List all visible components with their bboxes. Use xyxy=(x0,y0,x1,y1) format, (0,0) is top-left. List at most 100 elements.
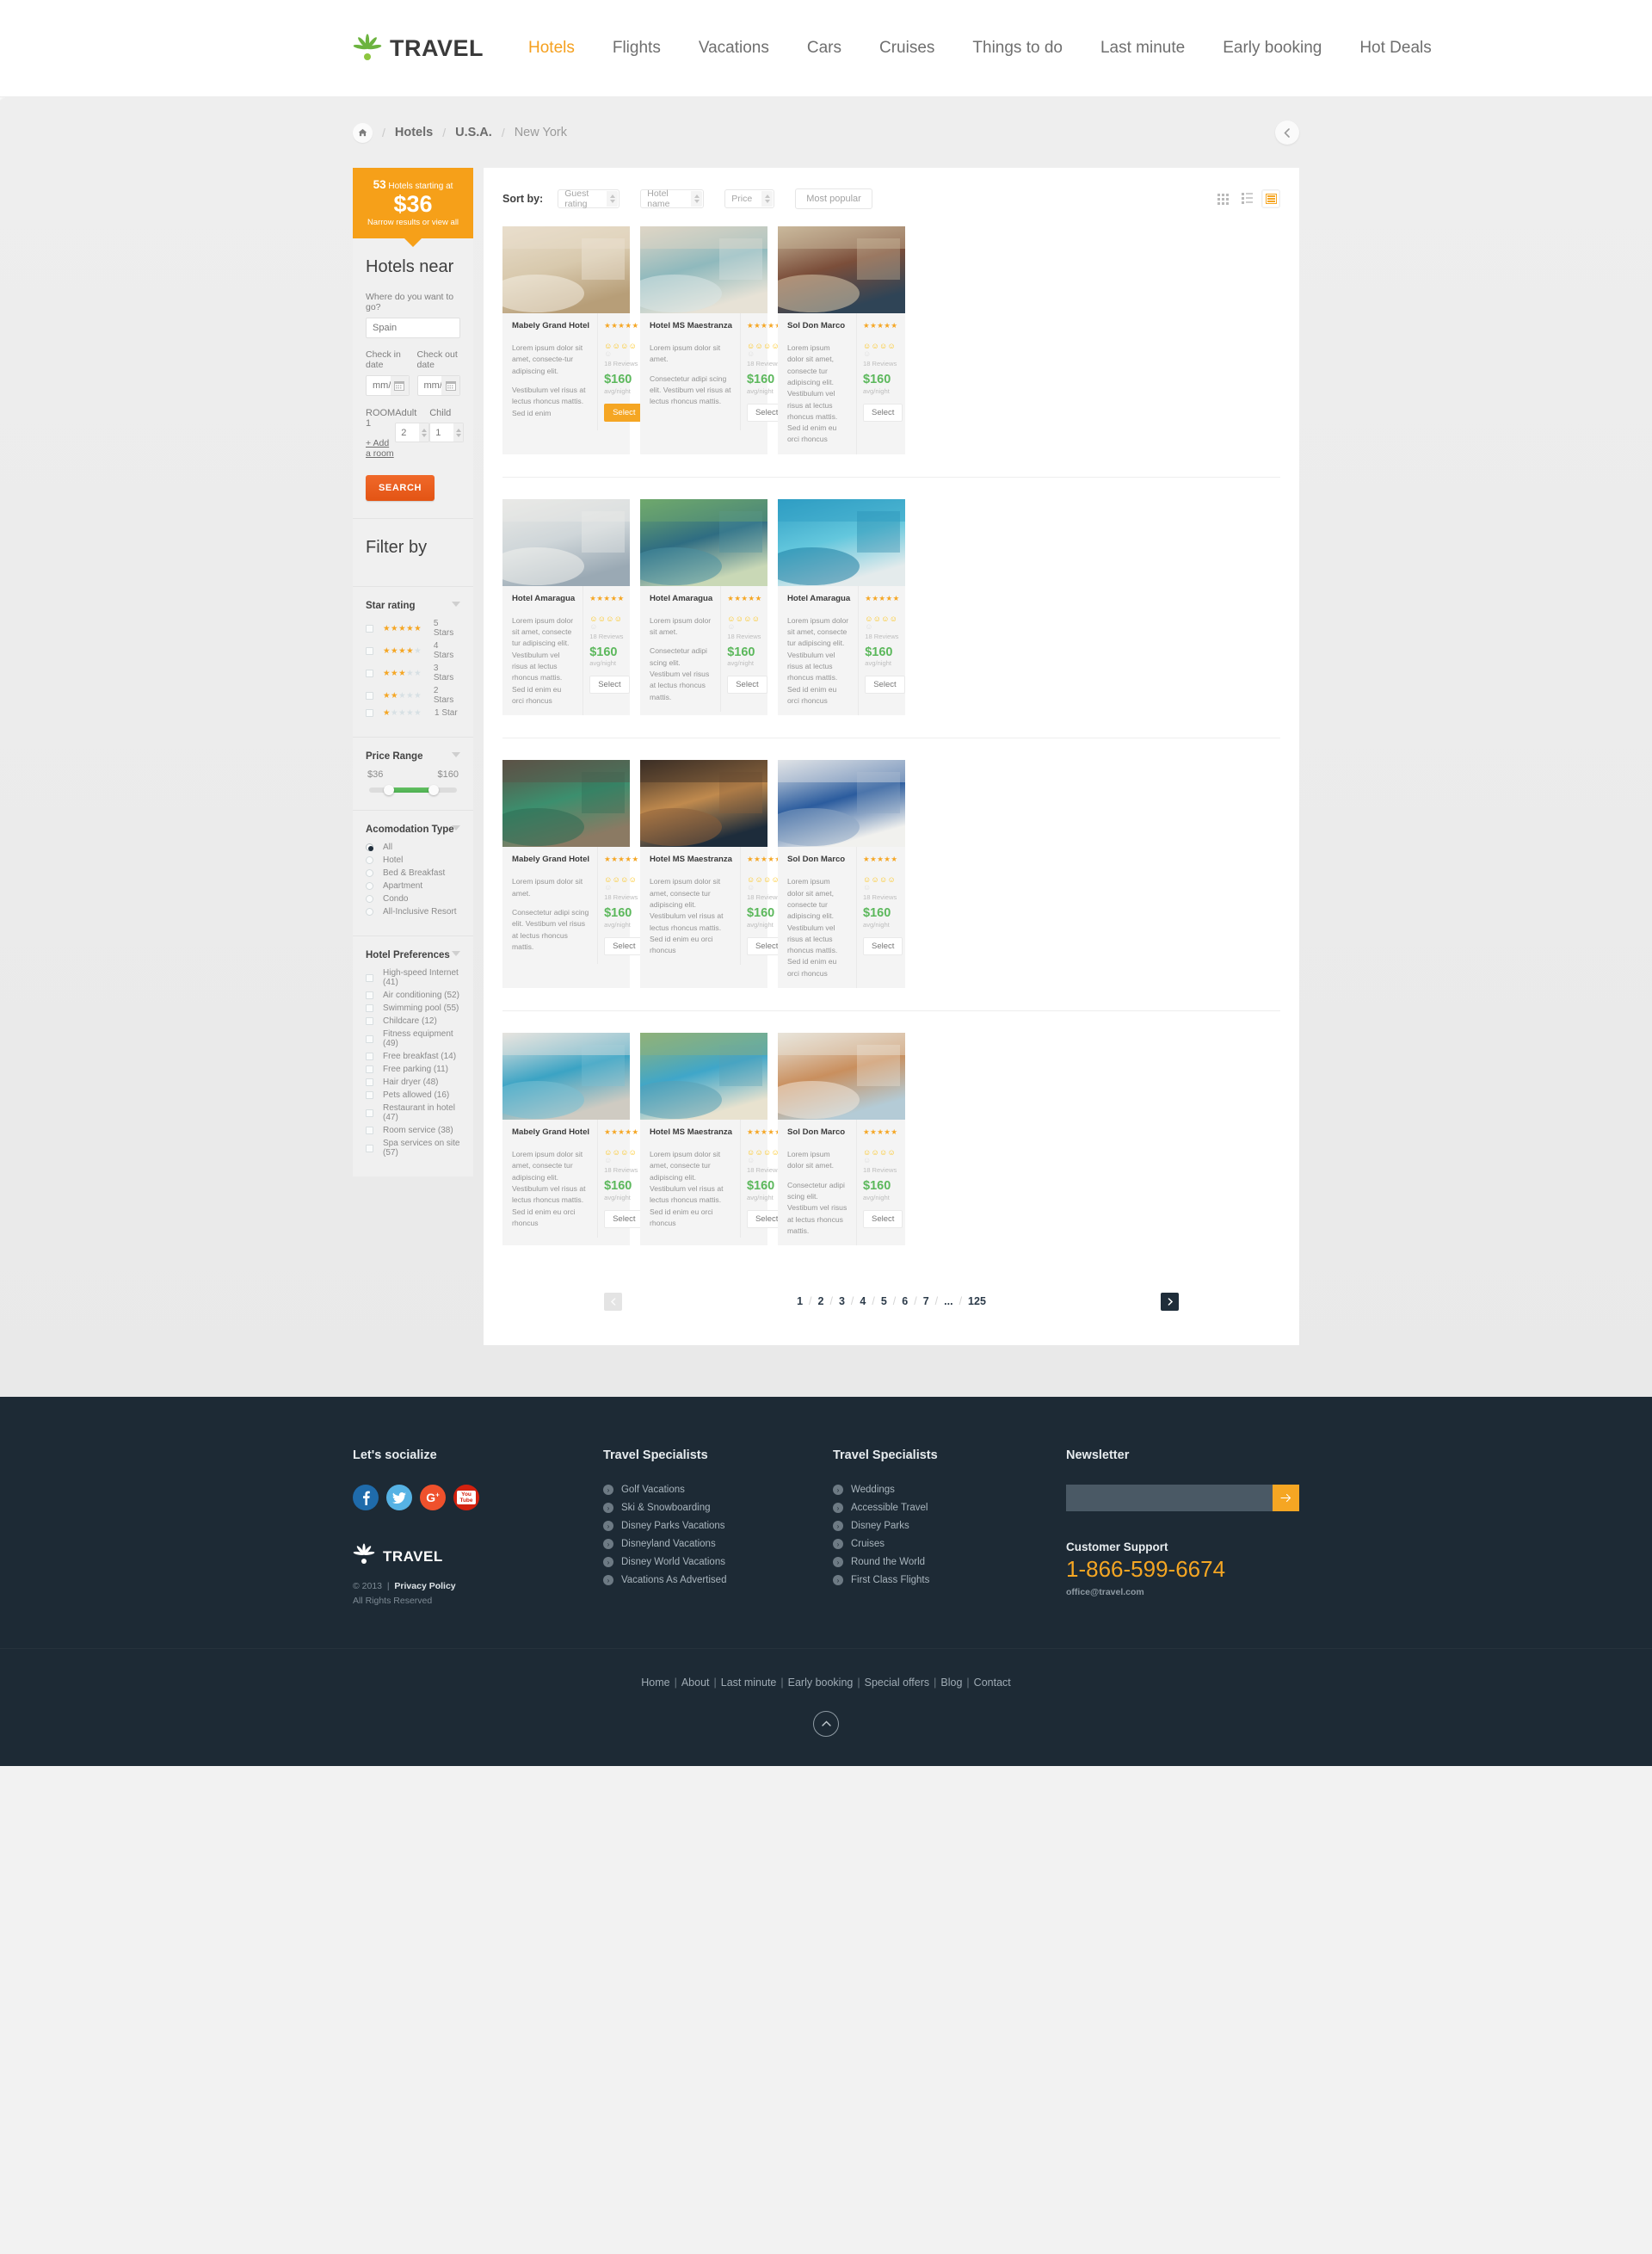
preference-option[interactable]: Room service (38) xyxy=(366,1126,460,1135)
radio-icon[interactable] xyxy=(366,856,373,865)
radio-icon[interactable] xyxy=(366,843,373,852)
radio-icon[interactable] xyxy=(366,895,373,904)
hotel-card[interactable]: Hotel MS Maestranza Lorem ipsum dolor sit… xyxy=(640,1033,787,1246)
checkbox-icon[interactable] xyxy=(366,691,373,700)
checkbox-icon[interactable] xyxy=(366,1034,373,1043)
preference-option[interactable]: Restaurant in hotel (47) xyxy=(366,1103,460,1122)
youtube-icon[interactable]: You Tube xyxy=(453,1485,479,1511)
specialist-item[interactable]: › Vacations As Advertised xyxy=(602,1575,833,1586)
checkbox-icon[interactable] xyxy=(366,991,373,1000)
checkbox-icon[interactable] xyxy=(366,646,373,655)
hotel-thumbnail[interactable] xyxy=(640,760,767,848)
checkbox-icon[interactable] xyxy=(366,973,373,982)
accommodation-option[interactable]: Hotel xyxy=(366,855,460,865)
specialist-item[interactable]: › Golf Vacations xyxy=(602,1485,833,1496)
nav-item-vacations[interactable]: Vacations xyxy=(699,39,769,58)
star-filter-row[interactable]: ★★★★★ 2 Stars xyxy=(366,686,460,705)
select-button[interactable]: Select xyxy=(863,403,903,422)
select-button[interactable]: Select xyxy=(863,936,903,955)
hotel-card[interactable]: Sol Don Marco Lorem ipsum dolor sit amet,… xyxy=(778,226,905,454)
select-button[interactable]: Select xyxy=(863,1209,903,1228)
chevron-down-icon[interactable] xyxy=(452,602,460,608)
footer-link-contact[interactable]: Contact xyxy=(974,1677,1011,1689)
specialist-item[interactable]: › Disney Parks Vacations xyxy=(602,1521,833,1532)
adult-spinner-icon[interactable] xyxy=(419,423,429,442)
star-filter-row[interactable]: ★★★★★ 1 Star xyxy=(366,708,460,718)
checkbox-icon[interactable] xyxy=(366,709,373,718)
specialist-link[interactable]: Disney Parks xyxy=(851,1521,909,1531)
pagination-page-4[interactable]: 4 xyxy=(854,1295,872,1307)
accommodation-option[interactable]: All xyxy=(366,843,460,852)
select-button[interactable]: Select xyxy=(604,936,644,955)
nav-item-cars[interactable]: Cars xyxy=(807,39,841,58)
pagination-page-7[interactable]: 7 xyxy=(917,1295,935,1307)
select-button[interactable]: Select xyxy=(865,676,905,695)
grid-view-icon[interactable] xyxy=(1213,189,1232,208)
chevron-down-icon-4[interactable] xyxy=(452,951,460,957)
hotel-card[interactable]: Hotel MS Maestranza Lorem ipsum dolor sit… xyxy=(640,760,787,989)
nav-item-hotels[interactable]: Hotels xyxy=(528,39,575,58)
specialist-item[interactable]: › First Class Flights xyxy=(832,1575,1066,1586)
pagination-page-3[interactable]: 3 xyxy=(833,1295,851,1307)
hotel-thumbnail[interactable] xyxy=(502,498,630,586)
footer-link-special-offers[interactable]: Special offers xyxy=(865,1677,930,1689)
nav-item-things-to-do[interactable]: Things to do xyxy=(972,39,1063,58)
hotel-card[interactable]: Hotel Amaragua Lorem ipsum dolor sit amet… xyxy=(502,498,630,716)
star-filter-row[interactable]: ★★★★★ 4 Stars xyxy=(366,641,460,660)
footer-link-blog[interactable]: Blog xyxy=(940,1677,962,1689)
hotel-thumbnail[interactable] xyxy=(640,226,767,313)
checkbox-icon[interactable] xyxy=(366,1078,373,1087)
select-button[interactable]: Select xyxy=(604,403,644,422)
calendar-icon-2[interactable] xyxy=(441,376,459,396)
radio-icon[interactable] xyxy=(366,882,373,891)
child-spinner-icon[interactable] xyxy=(453,423,464,442)
hotel-card[interactable]: Mabely Grand Hotel Lorem ipsum dolor sit … xyxy=(502,1033,644,1246)
hotel-card[interactable]: Mabely Grand Hotel Lorem ipsum dolor sit … xyxy=(502,760,644,989)
most-popular-button[interactable]: Most popular xyxy=(795,188,872,209)
select-button[interactable]: Select xyxy=(604,1209,644,1228)
table-view-icon[interactable] xyxy=(1261,189,1280,208)
checkbox-icon[interactable] xyxy=(366,1004,373,1013)
nav-item-early-booking[interactable]: Early booking xyxy=(1223,39,1322,58)
facebook-icon[interactable] xyxy=(353,1485,379,1511)
specialist-link[interactable]: Ski & Snowboarding xyxy=(621,1503,711,1513)
preference-option[interactable]: Swimming pool (55) xyxy=(366,1003,460,1013)
privacy-policy-link[interactable]: Privacy Policy xyxy=(394,1581,455,1591)
chevron-down-icon-2[interactable] xyxy=(452,752,460,758)
radio-icon[interactable] xyxy=(366,869,373,878)
specialist-item[interactable]: › Accessible Travel xyxy=(832,1503,1066,1514)
specialist-link[interactable]: Weddings xyxy=(851,1485,895,1495)
twitter-icon[interactable] xyxy=(386,1485,412,1511)
nav-item-hot-deals[interactable]: Hot Deals xyxy=(1359,39,1431,58)
specialist-link[interactable]: Golf Vacations xyxy=(621,1485,685,1495)
hotel-card[interactable]: Sol Don Marco Lorem ipsum dolor sit amet,… xyxy=(778,760,905,989)
add-room-link[interactable]: + Add a room xyxy=(366,438,395,459)
hotel-thumbnail[interactable] xyxy=(778,760,905,848)
specialist-item[interactable]: › Disneyland Vacations xyxy=(602,1539,833,1550)
preference-option[interactable]: Pets allowed (16) xyxy=(366,1090,460,1100)
accommodation-option[interactable]: Bed & Breakfast xyxy=(366,868,460,878)
site-logo[interactable]: TRAVEL xyxy=(353,34,484,63)
destination-input[interactable] xyxy=(366,318,460,339)
sort-select-price[interactable]: Price xyxy=(724,189,775,208)
checkbox-icon[interactable] xyxy=(366,1108,373,1117)
select-button[interactable]: Select xyxy=(727,676,767,695)
hotel-thumbnail[interactable] xyxy=(502,760,630,848)
radio-icon[interactable] xyxy=(366,908,373,917)
pagination-page-1[interactable]: 1 xyxy=(791,1295,809,1307)
accommodation-option[interactable]: Apartment xyxy=(366,881,460,891)
pagination-page-125[interactable]: 125 xyxy=(962,1295,992,1307)
checkbox-icon[interactable] xyxy=(366,1065,373,1074)
google-plus-icon[interactable]: G+ xyxy=(420,1485,446,1511)
price-slider-knob-min[interactable] xyxy=(384,785,395,796)
hotel-card[interactable]: Sol Don Marco Lorem ipsum dolor sit amet.… xyxy=(778,1033,905,1246)
pagination-prev-button[interactable] xyxy=(604,1292,622,1311)
customer-support-email[interactable]: office@travel.com xyxy=(1066,1587,1299,1597)
collapse-panel-button[interactable] xyxy=(1275,120,1299,145)
specialist-link[interactable]: Disney World Vacations xyxy=(621,1557,725,1567)
price-slider[interactable] xyxy=(369,785,457,796)
hotel-card[interactable]: Hotel MS Maestranza Lorem ipsum dolor sit… xyxy=(640,226,787,454)
specialist-item[interactable]: › Weddings xyxy=(832,1485,1066,1496)
checkbox-icon[interactable] xyxy=(366,1144,373,1152)
preference-option[interactable]: High-speed Internet (41) xyxy=(366,968,460,987)
